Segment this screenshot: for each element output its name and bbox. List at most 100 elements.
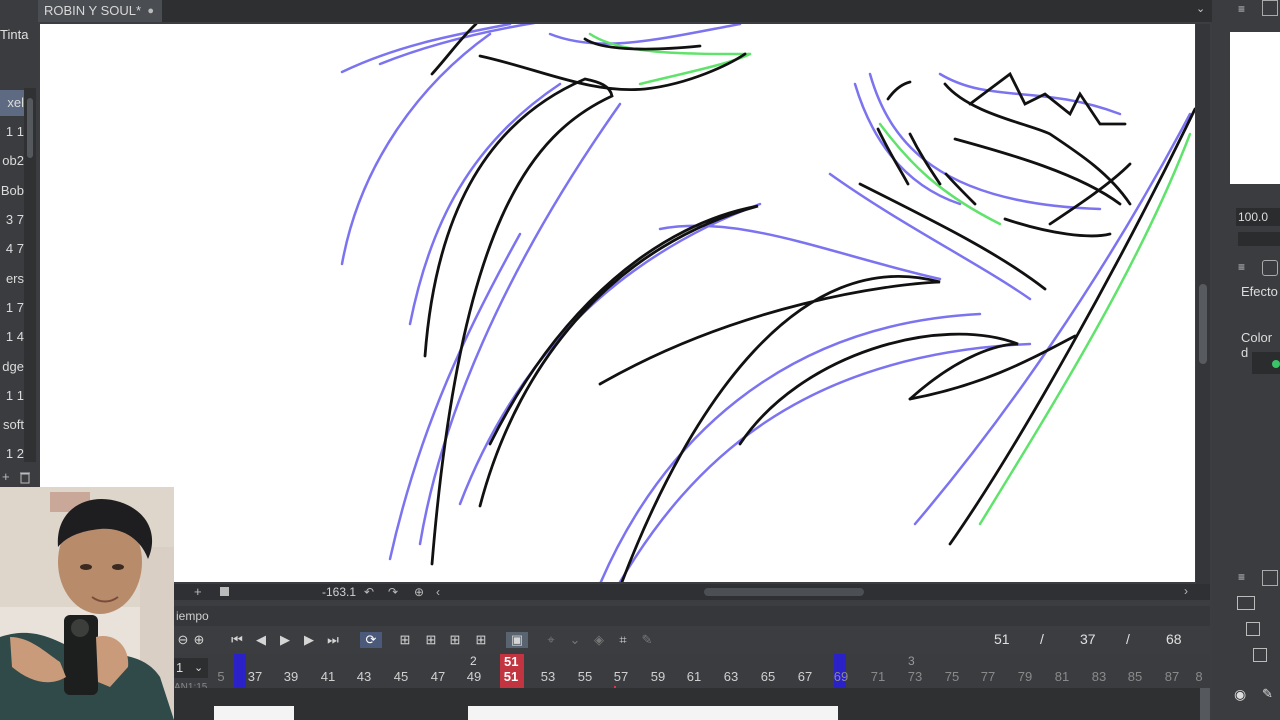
ruler-tick: 85 bbox=[1127, 669, 1143, 684]
brush-item[interactable]: 2 1 bbox=[0, 441, 24, 467]
brush-item[interactable]: dge bbox=[0, 354, 24, 380]
animation-track[interactable] bbox=[174, 688, 1210, 720]
redo-rotate-icon[interactable]: ↷ bbox=[388, 585, 398, 599]
stop-icon[interactable] bbox=[220, 587, 229, 596]
first-frame-icon[interactable]: ⏮ bbox=[228, 632, 246, 648]
brush-item[interactable]: 7 3 bbox=[0, 207, 24, 233]
ruler-tick: 73 bbox=[907, 669, 923, 684]
brush-item[interactable]: 4 1 bbox=[0, 324, 24, 350]
zoom-in-icon[interactable]: ⊕ bbox=[190, 632, 208, 648]
reset-rotate-icon[interactable]: ⊕ bbox=[414, 585, 424, 599]
ruler-tick: 69 bbox=[833, 669, 849, 684]
keyframe-icon[interactable]: ◈ bbox=[590, 632, 608, 648]
eye-icon[interactable]: ◉ bbox=[1234, 686, 1246, 703]
menu-icon[interactable]: ≡ bbox=[1238, 570, 1245, 584]
scrollbar-thumb[interactable] bbox=[1199, 284, 1207, 364]
layers-icon[interactable] bbox=[1262, 570, 1278, 586]
cel-block[interactable] bbox=[214, 706, 294, 720]
ruler-tick: 57 bbox=[613, 669, 629, 684]
brush-item[interactable]: soft bbox=[0, 412, 24, 438]
brush-item[interactable]: Bob bbox=[0, 178, 24, 204]
webcam-person-image bbox=[0, 487, 174, 720]
document-tab-title: ROBIN Y SOUL* bbox=[44, 3, 142, 18]
new-animation-folder-icon[interactable]: ⊞ bbox=[396, 632, 414, 648]
document-tab-bar bbox=[38, 0, 1213, 22]
menu-icon[interactable]: ≡ bbox=[1238, 260, 1245, 274]
sketch-strokes bbox=[340, 24, 1195, 582]
undo-rotate-icon[interactable]: ↶ bbox=[364, 585, 374, 599]
delete-brush-icon[interactable] bbox=[18, 470, 32, 484]
camera-icon[interactable]: ⌗ bbox=[614, 632, 632, 648]
onion-skin-icon[interactable]: ▣ bbox=[506, 632, 528, 648]
canvas-horizontal-scrollbar-thumb[interactable] bbox=[704, 588, 864, 596]
drawing-canvas[interactable] bbox=[40, 24, 1195, 582]
ruler-tick: 39 bbox=[283, 669, 299, 684]
previous-frame-icon[interactable]: ◀ bbox=[252, 632, 270, 648]
add-brush-icon[interactable]: + bbox=[2, 470, 14, 484]
brush-list-scrollbar[interactable] bbox=[24, 88, 36, 462]
layer-property-icon[interactable] bbox=[1262, 260, 1278, 276]
scrollbar-thumb[interactable] bbox=[27, 98, 33, 158]
ruler-tick: 37 bbox=[247, 669, 263, 684]
zoom-in-icon[interactable]: + bbox=[194, 584, 202, 599]
brush-item[interactable]: xel bbox=[0, 90, 24, 116]
brush-item[interactable]: ob2 bbox=[0, 148, 24, 174]
chevron-down-icon[interactable]: ⌄ bbox=[566, 632, 584, 648]
pen-icon[interactable]: ✎ bbox=[638, 632, 656, 648]
track-selector[interactable]: 1 ⌄ bbox=[174, 658, 208, 678]
ruler-tick: 45 bbox=[393, 669, 409, 684]
ruler-tick: 75 bbox=[944, 669, 960, 684]
document-tab[interactable]: ROBIN Y SOUL* ● bbox=[38, 0, 162, 22]
tab-menu-chevron-icon[interactable]: ⌄ bbox=[1196, 2, 1210, 20]
ruler-tick: 77 bbox=[980, 669, 996, 684]
ruler-tick: 81 bbox=[1054, 669, 1070, 684]
layer-mode-icon[interactable] bbox=[1237, 596, 1255, 610]
rename-cel-icon[interactable]: ⊞ bbox=[472, 632, 490, 648]
ruler-tick: 47 bbox=[430, 669, 446, 684]
rotation-readout[interactable]: -163.1 bbox=[246, 584, 356, 600]
current-frame-marker: 51 bbox=[504, 654, 519, 669]
brush-item[interactable]: 1 1 bbox=[0, 119, 24, 145]
flip-icon[interactable]: ‹ bbox=[436, 585, 440, 599]
ruler-tick: 53 bbox=[540, 669, 556, 684]
track-scrollbar[interactable] bbox=[1200, 688, 1210, 720]
navigator-zoom-input[interactable]: 100.0 bbox=[1236, 208, 1280, 226]
ruler-icon[interactable] bbox=[1253, 648, 1267, 662]
ruler-tick: 5 bbox=[217, 669, 225, 684]
ruler-tick: 41 bbox=[320, 669, 336, 684]
play-icon[interactable]: ▶ bbox=[276, 632, 294, 648]
cel-marker: 2 bbox=[470, 654, 477, 668]
cel-block[interactable] bbox=[468, 706, 838, 720]
specify-cel-icon[interactable]: ⊞ bbox=[446, 632, 464, 648]
brush-item[interactable]: 1 1 bbox=[0, 383, 24, 409]
cel-settings-icon[interactable]: ⌖ bbox=[542, 632, 560, 648]
ruler-tick: 83 bbox=[1091, 669, 1107, 684]
copy-layer-icon[interactable] bbox=[1246, 622, 1260, 636]
ruler-tick: 59 bbox=[650, 669, 666, 684]
frame-separator: / bbox=[1126, 631, 1130, 647]
chevron-down-icon: ⌄ bbox=[194, 662, 204, 674]
menu-icon[interactable]: ≡ bbox=[1238, 2, 1245, 16]
scroll-right-icon[interactable]: › bbox=[1184, 584, 1188, 598]
layer-color-swatch[interactable] bbox=[1252, 352, 1280, 374]
brush-item[interactable]: ers bbox=[0, 266, 24, 292]
webcam-overlay bbox=[0, 487, 174, 720]
ruler-tick: 8 bbox=[1195, 669, 1203, 684]
ruler-tick: 51 bbox=[503, 669, 519, 684]
end-frame-readout: 68 bbox=[1166, 631, 1182, 647]
ruler-tick: 71 bbox=[870, 669, 886, 684]
ruler-tick: 61 bbox=[686, 669, 702, 684]
pen-icon[interactable]: ✎ bbox=[1262, 686, 1273, 702]
last-frame-icon[interactable]: ⏭ bbox=[324, 632, 342, 648]
next-frame-icon[interactable]: ▶ bbox=[300, 632, 318, 648]
brush-item[interactable]: 7 1 bbox=[0, 295, 24, 321]
navigator-preview[interactable] bbox=[1230, 32, 1280, 184]
ruler-tick: 55 bbox=[577, 669, 593, 684]
timeline-title: iempo bbox=[176, 609, 209, 623]
navigator-zoom-slider[interactable] bbox=[1238, 232, 1280, 246]
loop-icon[interactable]: ⟳ bbox=[360, 632, 382, 648]
navigator-icon[interactable] bbox=[1262, 0, 1278, 16]
canvas-vertical-scrollbar[interactable] bbox=[1196, 24, 1210, 584]
new-cel-icon[interactable]: ⊞ bbox=[422, 632, 440, 648]
brush-item[interactable]: 7 4 bbox=[0, 236, 24, 262]
